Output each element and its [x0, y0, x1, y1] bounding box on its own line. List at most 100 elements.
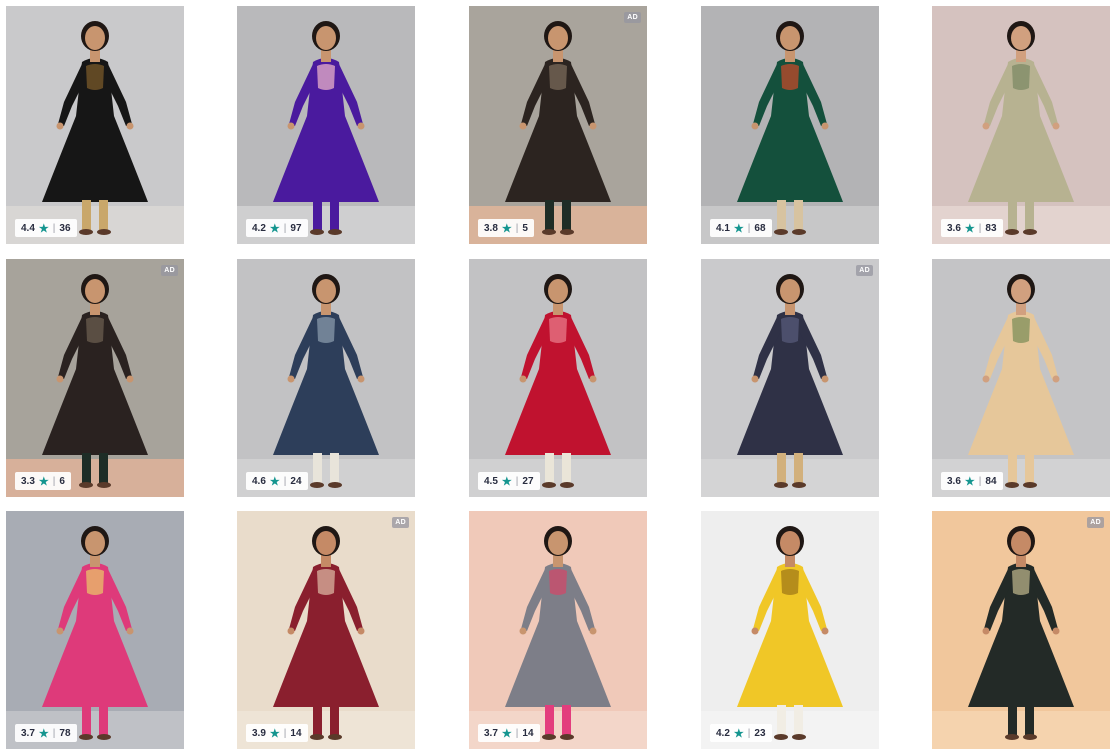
- star-icon: ★: [269, 727, 280, 740]
- ad-badge: AD: [392, 517, 409, 528]
- product-image[interactable]: [932, 6, 1110, 244]
- rating-count: 24: [290, 475, 302, 487]
- product-card[interactable]: AD 3.3 ★ | 6: [6, 259, 184, 497]
- star-icon: ★: [38, 727, 49, 740]
- product-image[interactable]: [932, 259, 1110, 497]
- rating-count: 84: [985, 475, 997, 487]
- rating-separator: |: [52, 222, 56, 234]
- rating-value: 4.5: [484, 475, 498, 487]
- product-image[interactable]: [237, 511, 415, 749]
- product-image[interactable]: [237, 259, 415, 497]
- rating-badge: 3.6 ★ | 83: [941, 219, 1003, 237]
- rating-count: 78: [59, 727, 71, 739]
- product-image[interactable]: [701, 259, 879, 497]
- rating-value: 4.2: [716, 727, 730, 739]
- rating-badge: 3.9 ★ | 14: [246, 724, 308, 742]
- rating-count: 68: [754, 222, 766, 234]
- star-icon: ★: [501, 475, 512, 488]
- product-card[interactable]: 4.5 ★ | 27: [469, 259, 647, 497]
- rating-value: 3.7: [484, 727, 498, 739]
- product-card[interactable]: AD 3.9 ★ | 14: [237, 511, 415, 749]
- rating-value: 3.3: [21, 475, 35, 487]
- rating-count: 83: [985, 222, 997, 234]
- product-card[interactable]: AD: [701, 259, 879, 497]
- product-card[interactable]: 4.6 ★ | 24: [237, 259, 415, 497]
- rating-separator: |: [747, 727, 751, 739]
- rating-value: 4.4: [21, 222, 35, 234]
- star-icon: ★: [501, 222, 512, 235]
- rating-count: 36: [59, 222, 71, 234]
- rating-separator: |: [978, 222, 982, 234]
- star-icon: ★: [269, 222, 280, 235]
- product-image[interactable]: [701, 6, 879, 244]
- rating-value: 4.6: [252, 475, 266, 487]
- rating-count: 6: [59, 475, 65, 487]
- product-image[interactable]: [932, 511, 1110, 749]
- rating-separator: |: [515, 475, 519, 487]
- product-image[interactable]: [701, 511, 879, 749]
- ad-badge: AD: [1087, 517, 1104, 528]
- product-card[interactable]: 3.6 ★ | 83: [932, 6, 1110, 244]
- rating-separator: |: [283, 727, 287, 739]
- product-card[interactable]: 4.2 ★ | 97: [237, 6, 415, 244]
- ad-badge: AD: [856, 265, 873, 276]
- rating-count: 27: [522, 475, 534, 487]
- product-image[interactable]: [6, 6, 184, 244]
- star-icon: ★: [38, 222, 49, 235]
- product-grid: 4.4 ★ | 36 4.2 ★ | 97 AD 3.8 ★ | 5 4.1 ★ | 68 3.6 ★ | 83 AD 3.…: [0, 0, 1117, 749]
- star-icon: ★: [733, 727, 744, 740]
- rating-badge: 3.6 ★ | 84: [941, 472, 1003, 490]
- rating-separator: |: [515, 727, 519, 739]
- product-card[interactable]: 3.7 ★ | 78: [6, 511, 184, 749]
- ad-badge: AD: [624, 12, 641, 23]
- product-image[interactable]: [6, 511, 184, 749]
- rating-separator: |: [283, 222, 287, 234]
- rating-separator: |: [52, 727, 56, 739]
- rating-separator: |: [283, 475, 287, 487]
- rating-badge: 4.1 ★ | 68: [710, 219, 772, 237]
- product-image[interactable]: [469, 511, 647, 749]
- product-image[interactable]: [6, 259, 184, 497]
- rating-value: 3.6: [947, 475, 961, 487]
- product-card[interactable]: 4.4 ★ | 36: [6, 6, 184, 244]
- product-card[interactable]: 3.7 ★ | 14: [469, 511, 647, 749]
- rating-badge: 4.6 ★ | 24: [246, 472, 308, 490]
- rating-badge: 4.2 ★ | 23: [710, 724, 772, 742]
- star-icon: ★: [733, 222, 744, 235]
- rating-count: 5: [522, 222, 528, 234]
- rating-separator: |: [978, 475, 982, 487]
- rating-badge: 3.7 ★ | 78: [15, 724, 77, 742]
- rating-value: 4.1: [716, 222, 730, 234]
- star-icon: ★: [964, 475, 975, 488]
- rating-badge: 4.2 ★ | 97: [246, 219, 308, 237]
- star-icon: ★: [501, 727, 512, 740]
- product-image[interactable]: [469, 6, 647, 244]
- rating-count: 14: [290, 727, 302, 739]
- ad-badge: AD: [161, 265, 178, 276]
- rating-value: 3.6: [947, 222, 961, 234]
- rating-badge: 3.8 ★ | 5: [478, 219, 534, 237]
- rating-count: 23: [754, 727, 766, 739]
- rating-badge: 4.4 ★ | 36: [15, 219, 77, 237]
- rating-count: 14: [522, 727, 534, 739]
- rating-value: 3.8: [484, 222, 498, 234]
- rating-badge: 4.5 ★ | 27: [478, 472, 540, 490]
- rating-count: 97: [290, 222, 302, 234]
- rating-badge: 3.7 ★ | 14: [478, 724, 540, 742]
- product-image[interactable]: [237, 6, 415, 244]
- product-card[interactable]: 4.2 ★ | 23: [701, 511, 879, 749]
- rating-value: 3.7: [21, 727, 35, 739]
- star-icon: ★: [964, 222, 975, 235]
- rating-value: 4.2: [252, 222, 266, 234]
- product-image[interactable]: [469, 259, 647, 497]
- product-card[interactable]: 4.1 ★ | 68: [701, 6, 879, 244]
- product-card[interactable]: AD 3.8 ★ | 5: [469, 6, 647, 244]
- rating-badge: 3.3 ★ | 6: [15, 472, 71, 490]
- rating-separator: |: [747, 222, 751, 234]
- product-card[interactable]: AD: [932, 511, 1110, 749]
- product-card[interactable]: 3.6 ★ | 84: [932, 259, 1110, 497]
- star-icon: ★: [269, 475, 280, 488]
- rating-value: 3.9: [252, 727, 266, 739]
- star-icon: ★: [38, 475, 49, 488]
- rating-separator: |: [52, 475, 56, 487]
